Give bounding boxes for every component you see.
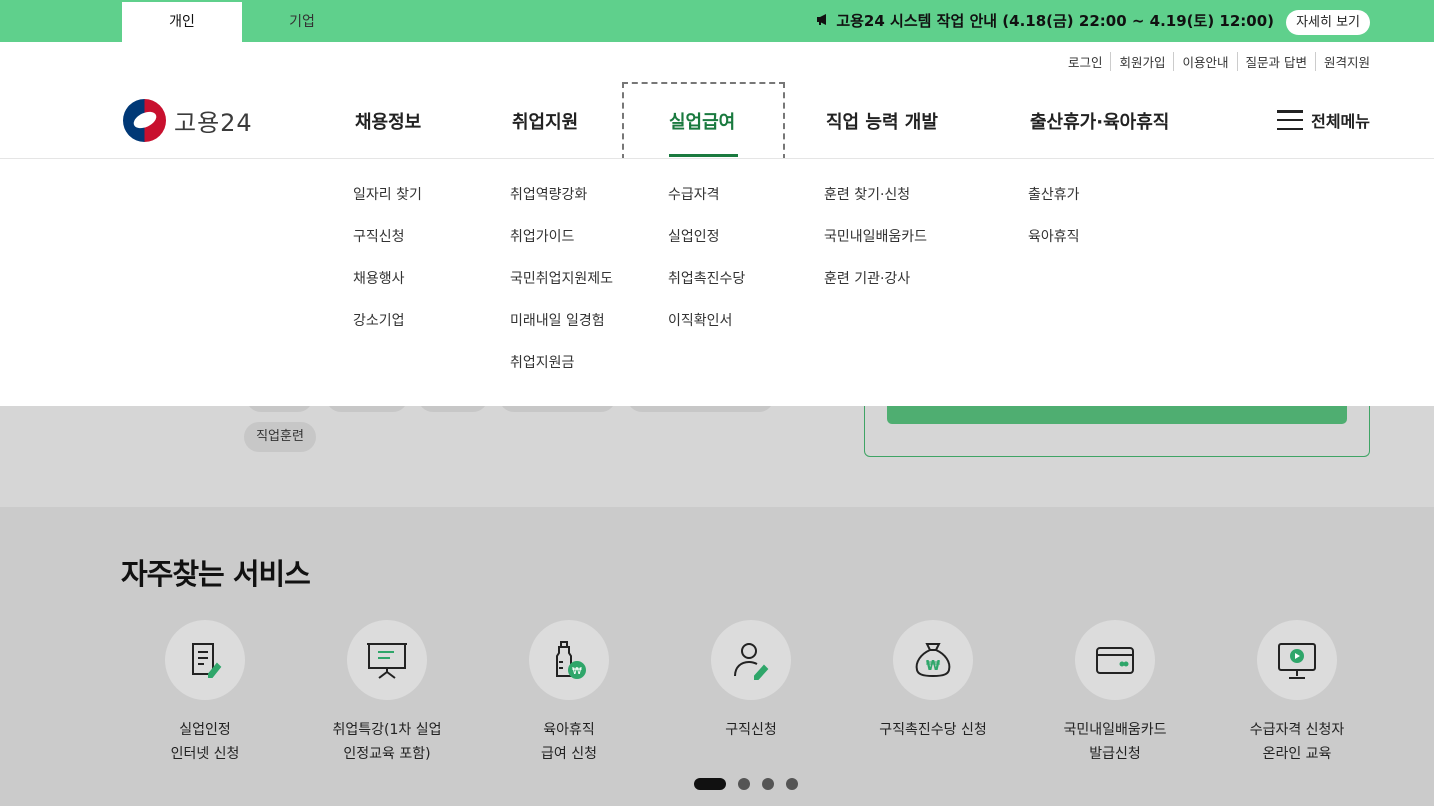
menu-column-benefit: 수급자격 실업인정 취업촉진수당 이직확인서 [668, 185, 745, 353]
menu-item[interactable]: 취업촉진수당 [668, 269, 745, 311]
notice-banner[interactable]: 고용24 시스템 작업 안내 (4.18(금) 22:00 ~ 4.19(토) … [816, 0, 1274, 42]
gnb-recruit-info[interactable]: 채용정보 [355, 108, 421, 134]
gnb-focus-outline [622, 82, 785, 160]
taegeuk-logo-icon [123, 99, 166, 142]
top-bar: 개인 기업 고용24 시스템 작업 안내 (4.18(금) 22:00 ~ 4.… [0, 0, 1434, 42]
signup-link[interactable]: 회원가입 [1110, 52, 1173, 71]
menu-item[interactable]: 채용행사 [353, 269, 422, 311]
monitor-play-icon [1257, 620, 1337, 700]
gnb-job-skill-development[interactable]: 직업 능력 개발 [826, 108, 938, 134]
service-label-line2: 급여 신청 [541, 746, 597, 762]
remote-support-link[interactable]: 원격지원 [1314, 52, 1370, 71]
menu-item[interactable]: 취업지원금 [510, 353, 613, 395]
service-job-promotion-allowance[interactable]: ₩ 구직촉진수당 신청 [853, 620, 1013, 742]
logo-text: 고용24 [174, 109, 253, 137]
service-label-line2: 온라인 교육 [1262, 746, 1332, 762]
menu-item[interactable]: 수급자격 [668, 185, 745, 227]
card-icon [1075, 620, 1155, 700]
menu-column-support: 취업역량강화 취업가이드 국민취업지원제도 미래내일 일경험 취업지원금 [510, 185, 613, 395]
svg-text:₩: ₩ [572, 666, 582, 677]
tab-personal[interactable]: 개인 [122, 2, 242, 42]
pagination-dot-active[interactable] [694, 778, 726, 790]
menu-column-training: 훈련 찾기·신청 국민내일배움카드 훈련 기관·강사 [824, 185, 927, 311]
menu-column-recruit: 일자리 찾기 구직신청 채용행사 강소기업 [353, 185, 422, 353]
service-label-line1: 수급자격 신청자 [1249, 722, 1345, 738]
menu-item[interactable]: 강소기업 [353, 311, 422, 353]
menu-item[interactable]: 육아휴직 [1028, 227, 1080, 269]
menu-item[interactable]: 구직신청 [353, 227, 422, 269]
all-menu-button[interactable]: 전체메뉴 [1277, 108, 1370, 132]
login-link[interactable]: 로그인 [1060, 52, 1111, 71]
svg-text:₩: ₩ [926, 659, 941, 674]
service-unemployment-recognition[interactable]: 실업인정인터넷 신청 [125, 620, 285, 766]
menu-item[interactable]: 미래내일 일경험 [510, 311, 613, 353]
mega-menu-dropdown: 일자리 찾기 구직신청 채용행사 강소기업 취업역량강화 취업가이드 국민취업지… [0, 159, 1434, 406]
qna-link[interactable]: 질문과 답변 [1236, 52, 1315, 71]
presentation-board-icon [347, 620, 427, 700]
menu-item[interactable]: 취업가이드 [510, 227, 613, 269]
menu-item[interactable]: 국민내일배움카드 [824, 227, 927, 269]
service-label-line1: 구직신청 [725, 722, 777, 738]
chip-vocational-training[interactable]: 직업훈련 [244, 422, 316, 452]
section-title: 자주찾는 서비스 [121, 557, 311, 591]
menu-item[interactable]: 이직확인서 [668, 311, 745, 353]
pagination-dot[interactable] [738, 778, 750, 790]
menu-item[interactable]: 취업역량강화 [510, 185, 613, 227]
menu-item[interactable]: 실업인정 [668, 227, 745, 269]
guide-link[interactable]: 이용안내 [1173, 52, 1236, 71]
site-logo[interactable]: 고용24 [123, 99, 253, 142]
service-label-line1: 구직촉진수당 신청 [879, 722, 987, 738]
service-label-line1: 육아휴직 [543, 722, 595, 738]
service-learning-card[interactable]: 국민내일배움카드발급신청 [1035, 620, 1195, 766]
menu-item[interactable]: 일자리 찾기 [353, 185, 422, 227]
pagination-dot[interactable] [786, 778, 798, 790]
carousel-pagination [694, 778, 810, 790]
service-label-line2: 인터넷 신청 [170, 746, 240, 762]
service-parental-leave-benefit[interactable]: ₩ 육아휴직급여 신청 [489, 620, 649, 766]
pagination-dot[interactable] [762, 778, 774, 790]
service-label-line2: 인정교육 포함) [343, 746, 431, 762]
menu-item[interactable]: 국민취업지원제도 [510, 269, 613, 311]
service-job-lecture[interactable]: 취업특강(1차 실업인정교육 포함) [307, 620, 467, 766]
baby-bottle-icon: ₩ [529, 620, 609, 700]
document-edit-icon [165, 620, 245, 700]
service-label-line2: 발급신청 [1089, 746, 1141, 762]
menu-item[interactable]: 훈련 찾기·신청 [824, 185, 927, 227]
money-bag-icon: ₩ [893, 620, 973, 700]
all-menu-label: 전체메뉴 [1311, 112, 1370, 131]
person-edit-icon [711, 620, 791, 700]
service-label-line1: 실업인정 [179, 722, 231, 738]
service-label-line1: 취업특강(1차 실업 [332, 722, 442, 738]
service-job-seeking[interactable]: 구직신청 [671, 620, 831, 742]
hamburger-icon [1277, 110, 1304, 130]
utility-links: 로그인 회원가입 이용안내 질문과 답변 원격지원 [1060, 52, 1370, 71]
menu-item[interactable]: 훈련 기관·강사 [824, 269, 927, 311]
gnb-maternity-parental-leave[interactable]: 출산휴가·육아휴직 [1030, 108, 1169, 134]
gnb-active-underline [669, 154, 738, 157]
menu-column-leave: 출산휴가 육아휴직 [1028, 185, 1080, 269]
tab-business[interactable]: 기업 [242, 2, 362, 42]
megaphone-icon [816, 1, 830, 43]
menu-item[interactable]: 출산휴가 [1028, 185, 1080, 227]
notice-text: 고용24 시스템 작업 안내 (4.18(금) 22:00 ~ 4.19(토) … [836, 12, 1274, 30]
gnb-employment-support[interactable]: 취업지원 [512, 108, 578, 134]
notice-detail-button[interactable]: 자세히 보기 [1286, 10, 1370, 35]
service-online-education[interactable]: 수급자격 신청자온라인 교육 [1217, 620, 1377, 766]
service-label-line1: 국민내일배움카드 [1063, 722, 1167, 738]
